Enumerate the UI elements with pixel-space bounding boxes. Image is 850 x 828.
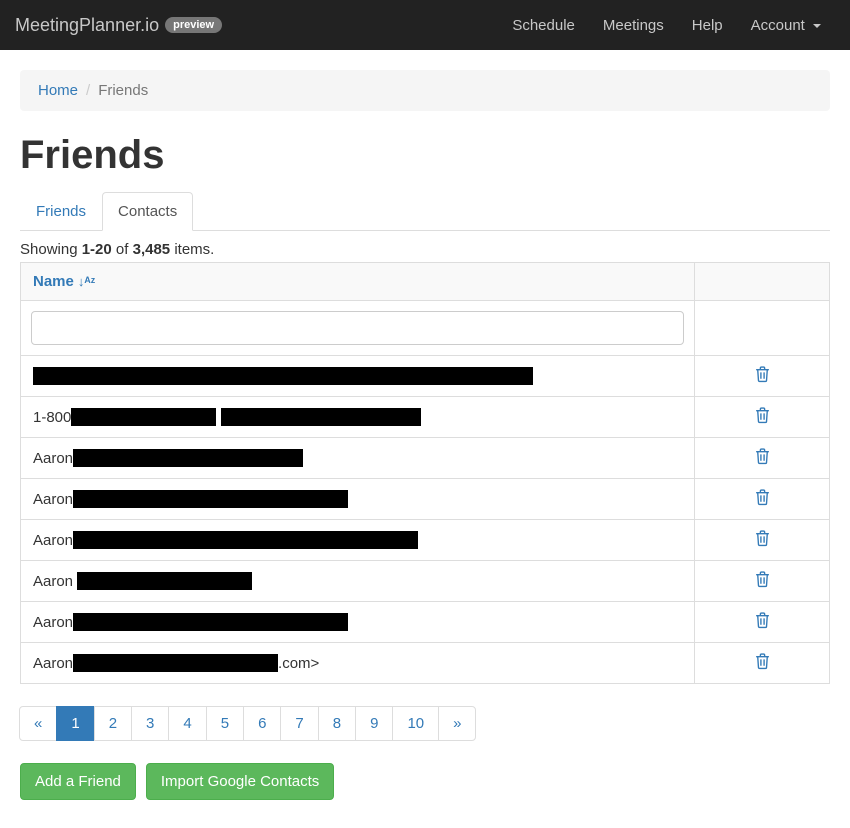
delete-button[interactable] [755,653,770,673]
nav-account[interactable]: Account [737,2,835,49]
page-6[interactable]: 6 [243,706,281,741]
page-2[interactable]: 2 [94,706,132,741]
breadcrumb: Home / Friends [20,70,830,111]
table-row: Aaron [21,602,830,643]
brand-link[interactable]: MeetingPlanner.io preview [15,15,222,36]
brand-text: MeetingPlanner.io [15,15,159,36]
table-row: Aaron [21,561,830,602]
tab-contacts[interactable]: Contacts [102,192,193,231]
trash-icon [755,534,770,550]
nav-schedule[interactable]: Schedule [498,2,589,49]
import-google-button[interactable]: Import Google Contacts [146,763,334,800]
actions-header [695,263,830,301]
contact-name-cell: Aaron [21,438,695,479]
trash-icon [755,370,770,386]
page-3[interactable]: 3 [131,706,169,741]
name-filter-input[interactable] [31,311,684,345]
delete-button[interactable] [755,448,770,468]
grid-summary: Showing 1-20 of 3,485 items. [20,241,830,258]
contact-name-cell: Aaron [21,479,695,520]
delete-button[interactable] [755,571,770,591]
table-row: Aaron [21,479,830,520]
page-next[interactable]: » [438,706,476,741]
contact-name-cell: Aaron [21,561,695,602]
page-1[interactable]: 1 [56,706,94,741]
table-row: 1-800 [21,397,830,438]
action-buttons: Add a Friend Import Google Contacts [20,763,830,800]
contact-name-cell: 1-800 [21,397,695,438]
navbar-nav: Schedule Meetings Help Account [498,2,835,49]
table-row: Aaron [21,438,830,479]
table-row: Aaron.com> [21,643,830,684]
contact-name-cell: Aaron [21,520,695,561]
page-9[interactable]: 9 [355,706,393,741]
table-row: Aaron [21,520,830,561]
table-row [21,356,830,397]
contact-name-cell: Aaron [21,602,695,643]
chevron-down-icon [813,24,821,28]
page-7[interactable]: 7 [280,706,318,741]
page-prev[interactable]: « [19,706,57,741]
trash-icon [755,452,770,468]
page-title: Friends [20,133,830,178]
trash-icon [755,657,770,673]
breadcrumb-home[interactable]: Home [38,82,78,99]
pagination: «12345678910» [20,706,830,741]
delete-button[interactable] [755,366,770,386]
nav-help[interactable]: Help [678,2,737,49]
contact-name-cell [21,356,695,397]
page-5[interactable]: 5 [206,706,244,741]
nav-meetings[interactable]: Meetings [589,2,678,49]
breadcrumb-separator: / [78,82,98,99]
delete-button[interactable] [755,530,770,550]
tab-friends[interactable]: Friends [20,192,102,231]
delete-button[interactable] [755,407,770,427]
page-8[interactable]: 8 [318,706,356,741]
breadcrumb-current: Friends [98,82,148,99]
contacts-grid: Name↓ᴬᶻ 1-800 AaronAaronAaronAaron Aaron… [20,262,830,684]
tabs: Friends Contacts [20,192,830,231]
page-4[interactable]: 4 [168,706,206,741]
sort-asc-icon: ↓ᴬᶻ [78,274,96,289]
add-friend-button[interactable]: Add a Friend [20,763,136,800]
page-10[interactable]: 10 [392,706,439,741]
navbar: MeetingPlanner.io preview Schedule Meeti… [0,0,850,50]
delete-button[interactable] [755,612,770,632]
preview-badge: preview [165,17,222,33]
trash-icon [755,616,770,632]
trash-icon [755,575,770,591]
sort-name[interactable]: Name↓ᴬᶻ [33,273,95,290]
trash-icon [755,411,770,427]
delete-button[interactable] [755,489,770,509]
contact-name-cell: Aaron.com> [21,643,695,684]
trash-icon [755,493,770,509]
